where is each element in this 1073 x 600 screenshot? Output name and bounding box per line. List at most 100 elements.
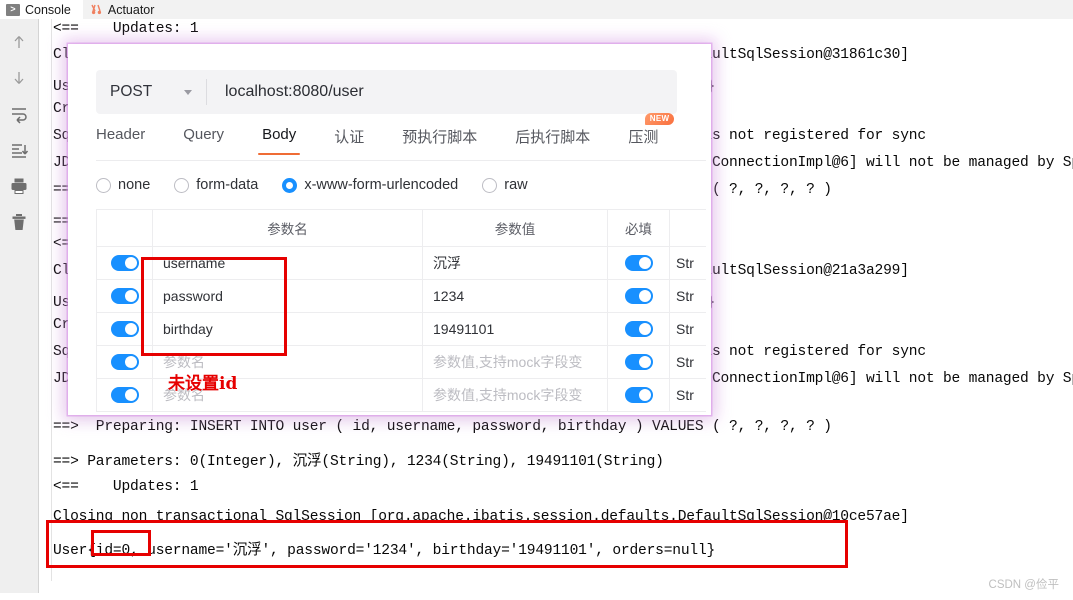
request-tab-6[interactable]: 压测 NEW [628, 113, 675, 159]
request-tab-label: 预执行脚本 [402, 129, 478, 146]
params-table-row[interactable]: birthday 19491101 Str [97, 313, 706, 346]
param-enable-toggle[interactable] [97, 280, 153, 312]
new-badge: NEW [644, 113, 675, 125]
console-line: ==> Preparing: INSERT INTO user ( id, us… [53, 419, 832, 435]
param-type-label[interactable]: Str [670, 313, 706, 345]
body-type-radio-group: none form-data x-www-form-urlencoded raw [96, 172, 696, 198]
param-required-toggle[interactable] [608, 247, 670, 279]
chevron-down-icon [184, 89, 192, 95]
request-tab-bar: Header Query Body 认证 预执行脚本 后执行脚本 压测 NEW [96, 113, 706, 161]
params-header-cell [670, 210, 706, 246]
body-type-label: raw [504, 177, 528, 193]
tab-console-label: Console [25, 2, 71, 17]
request-tab-5[interactable]: 后执行脚本 [515, 122, 590, 159]
param-required-toggle[interactable] [608, 346, 670, 378]
param-name-input[interactable]: password [153, 280, 423, 312]
http-method-value: POST [110, 83, 153, 100]
print-icon[interactable] [8, 175, 30, 197]
request-tab-4[interactable]: 预执行脚本 [402, 122, 477, 159]
toggle-switch-icon [624, 255, 653, 271]
toggle-switch-icon [110, 321, 139, 337]
params-table-row[interactable]: username 沉浮 Str [97, 247, 706, 280]
param-value-input[interactable]: 参数值,支持mock字段变 [423, 379, 608, 411]
params-header-cell: 必填 [608, 210, 670, 246]
radio-icon [96, 177, 111, 193]
param-name-input[interactable]: username [153, 247, 423, 279]
toggle-switch-icon [110, 255, 139, 271]
request-tab-1[interactable]: Query [183, 122, 224, 155]
param-name-input[interactable]: birthday [153, 313, 423, 345]
actuator-icon [89, 3, 103, 17]
request-tab-label: Header [96, 126, 146, 143]
console-icon: > [6, 3, 20, 16]
soft-wrap-icon[interactable] [8, 103, 30, 125]
params-table-header-row: 参数名 参数值 必填 [97, 210, 706, 247]
tab-actuator[interactable]: Actuator [83, 0, 167, 19]
toggle-switch-icon [624, 354, 653, 370]
request-tab-label: Query [183, 126, 225, 143]
request-tab-2[interactable]: Body [258, 122, 301, 155]
param-enable-toggle[interactable] [97, 379, 153, 411]
ide-tab-strip: > Console Actuator [0, 0, 1073, 20]
params-header-cell [97, 210, 153, 246]
console-line: <== Updates: 1 [53, 479, 199, 495]
console-line: ==> Parameters: 0(Integer), 沉浮(String), … [53, 454, 664, 470]
tab-actuator-label: Actuator [107, 2, 155, 17]
param-type-label[interactable]: Str [670, 247, 706, 279]
param-enable-toggle[interactable] [97, 247, 153, 279]
param-type-label[interactable]: Str [670, 280, 706, 312]
body-type-radio-0[interactable]: none [96, 177, 150, 193]
request-url-bar[interactable]: POST localhost:8080/user [96, 70, 677, 114]
api-request-dialog[interactable]: POST localhost:8080/user Header Query Body… [68, 44, 711, 415]
request-tab-label: 认证 [334, 129, 365, 146]
body-type-label: form-data [196, 177, 259, 193]
param-value-input[interactable]: 19491101 [423, 313, 608, 345]
param-type-label[interactable]: Str [670, 346, 706, 378]
body-type-label: none [118, 177, 151, 193]
trash-icon[interactable] [8, 211, 30, 233]
param-type-label[interactable]: Str [670, 379, 706, 411]
toggle-switch-icon [110, 387, 139, 403]
console-side-toolbar [0, 19, 39, 593]
param-required-toggle[interactable] [608, 280, 670, 312]
param-enable-toggle[interactable] [97, 313, 153, 345]
param-enable-toggle[interactable] [97, 346, 153, 378]
radio-icon [482, 177, 498, 193]
request-tab-label: 后执行脚本 [515, 129, 591, 146]
annotation-label-no-id: 未设置id [168, 374, 238, 394]
console-gutter [39, 19, 52, 581]
console-line: <== Updates: 1 [53, 21, 199, 37]
param-required-toggle[interactable] [608, 313, 670, 345]
scroll-to-end-icon[interactable] [8, 139, 30, 161]
toggle-switch-icon [624, 288, 653, 304]
body-type-radio-2[interactable]: x-www-form-urlencoded [282, 177, 458, 193]
request-tab-0[interactable]: Header [96, 122, 145, 155]
request-url-input[interactable]: localhost:8080/user [207, 83, 677, 101]
body-type-radio-3[interactable]: raw [482, 177, 528, 193]
request-tab-label: Body [262, 126, 297, 143]
request-tab-3[interactable]: 认证 [334, 122, 364, 159]
radio-icon [282, 177, 298, 193]
tab-console[interactable]: > Console [0, 0, 83, 19]
scroll-down-icon[interactable] [8, 67, 30, 89]
param-value-input[interactable]: 1234 [423, 280, 608, 312]
radio-icon [174, 177, 190, 193]
toggle-switch-icon [624, 387, 653, 403]
csdn-watermark: CSDN @俭平 [988, 579, 1059, 591]
body-type-label: x-www-form-urlencoded [304, 177, 459, 193]
toggle-switch-icon [110, 354, 139, 370]
params-table-row[interactable]: password 1234 Str [97, 280, 706, 313]
scroll-up-icon[interactable] [8, 31, 30, 53]
http-method-select[interactable]: POST [96, 70, 206, 114]
console-line: Closing non transactional SqlSession [or… [53, 509, 909, 525]
toggle-switch-icon [624, 321, 653, 337]
console-line: User{id=0, username='沉浮', password='1234… [53, 543, 716, 559]
params-header-cell: 参数值 [423, 210, 608, 246]
param-value-input[interactable]: 参数值,支持mock字段变 [423, 346, 608, 378]
params-header-cell: 参数名 [153, 210, 423, 246]
param-value-input[interactable]: 沉浮 [423, 247, 608, 279]
request-tab-label: 压测 [628, 129, 659, 146]
toggle-switch-icon [110, 288, 139, 304]
body-type-radio-1[interactable]: form-data [174, 177, 258, 193]
param-required-toggle[interactable] [608, 379, 670, 411]
